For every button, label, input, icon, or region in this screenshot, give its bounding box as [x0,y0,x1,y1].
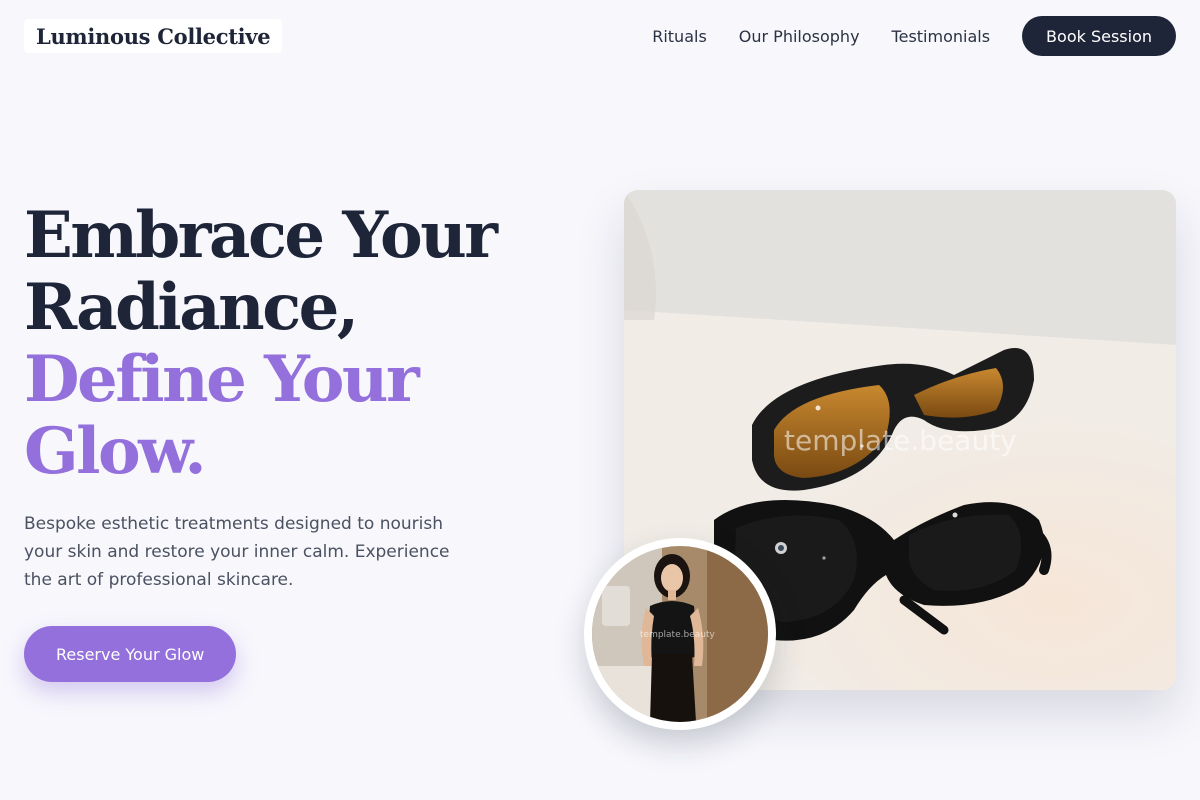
book-session-button[interactable]: Book Session [1022,16,1176,56]
headline-line-2: Radiance, [24,270,359,345]
brand-logo[interactable]: Luminous Collective [24,19,283,53]
headline-line-1: Embrace Your [24,198,498,273]
nav-link-testimonials[interactable]: Testimonials [892,27,991,46]
headline-accent-line-1: Define Your [24,342,420,417]
reserve-glow-button[interactable]: Reserve Your Glow [24,626,237,682]
image-watermark: template.beauty [784,424,1017,457]
hero-headline: Embrace Your Radiance, Define Your Glow. [24,198,498,489]
portrait-photo: template.beauty [592,546,768,722]
portrait-watermark: template.beauty [640,630,715,640]
portrait-frame: template.beauty [584,538,776,730]
headline-accent-line-2: Glow. [24,414,207,489]
hero-subtitle: Bespoke esthetic treatments designed to … [24,514,450,590]
main-nav: Rituals Our Philosophy Testimonials Book… [652,16,1176,56]
nav-link-philosophy[interactable]: Our Philosophy [739,27,860,46]
landing-page: Luminous Collective Rituals Our Philosop… [0,0,1200,800]
nav-link-rituals[interactable]: Rituals [652,27,707,46]
